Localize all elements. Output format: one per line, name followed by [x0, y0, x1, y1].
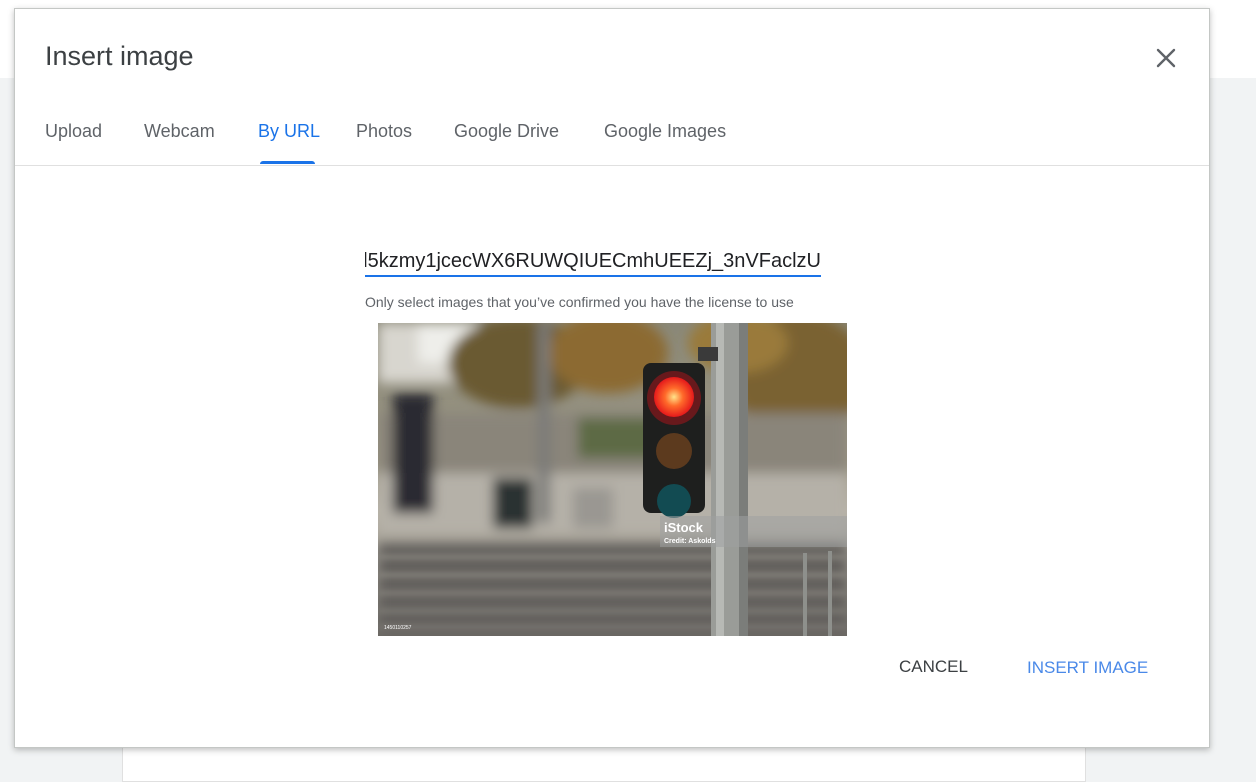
- watermark-credit: Credit: Askolds: [664, 538, 716, 545]
- insert-image-button[interactable]: INSERT IMAGE: [1027, 658, 1148, 678]
- tab-bar: Upload Webcam By URL Photos Google Drive…: [15, 105, 1209, 166]
- tab-google-drive[interactable]: Google Drive: [454, 121, 559, 142]
- traffic-light-photo: iStock Credit: Askolds 1450110257: [378, 323, 847, 636]
- image-preview: iStock Credit: Askolds 1450110257: [378, 323, 847, 636]
- tab-by-url[interactable]: By URL: [258, 121, 320, 142]
- close-icon: [1156, 48, 1176, 68]
- cancel-button[interactable]: CANCEL: [899, 657, 968, 677]
- dialog-title: Insert image: [45, 41, 194, 71]
- active-tab-indicator: [260, 161, 315, 164]
- tab-webcam[interactable]: Webcam: [144, 121, 215, 142]
- license-note: Only select images that you’ve confirmed…: [365, 294, 794, 310]
- insert-image-dialog: Insert image Upload Webcam By URL Photos…: [14, 8, 1210, 748]
- image-id: 1450110257: [384, 625, 412, 631]
- tab-google-images[interactable]: Google Images: [604, 121, 726, 142]
- close-button[interactable]: [1151, 43, 1181, 73]
- tab-upload[interactable]: Upload: [45, 121, 102, 142]
- watermark-brand: iStock: [664, 520, 704, 535]
- url-input[interactable]: [365, 247, 821, 277]
- tab-photos[interactable]: Photos: [356, 121, 412, 142]
